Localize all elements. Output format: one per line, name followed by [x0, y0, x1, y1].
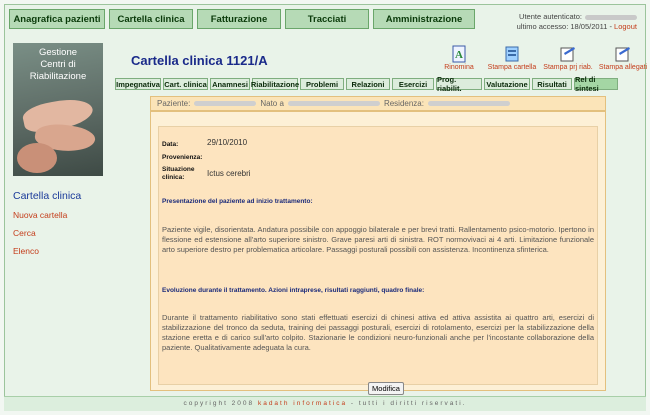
- nav-fatturazione[interactable]: Fatturazione: [197, 9, 281, 29]
- rename-tool[interactable]: A Rinomina: [441, 45, 477, 71]
- last-access: ultimo accesso: 18/05/2011 -: [516, 22, 612, 31]
- provenance-label: Provenienza:: [162, 154, 203, 161]
- print-attachments-icon: [615, 47, 630, 62]
- tool-icons: A Rinomina Stampa cartella Stampa prj ri…: [441, 45, 649, 79]
- nav-tracciati[interactable]: Tracciati: [285, 9, 369, 29]
- tab-risultati[interactable]: Risultati: [532, 78, 572, 90]
- sidebar-item-nuova-cartella[interactable]: Nuova cartella: [13, 210, 106, 220]
- nav-amministrazione[interactable]: Amministrazione: [373, 9, 475, 29]
- print-project-tool[interactable]: Stampa prj riab.: [541, 45, 595, 71]
- tab-rel-di-sintesi[interactable]: Rel di sintesi: [574, 75, 618, 93]
- born-label: Nato a: [260, 99, 284, 108]
- logout-link[interactable]: Logout: [614, 22, 637, 31]
- hands-image-part: [17, 143, 57, 173]
- tab-valutazione[interactable]: Valutazione: [484, 78, 530, 90]
- print-folder-icon: [505, 46, 519, 62]
- situation-value: Ictus cerebri: [207, 169, 251, 178]
- auth-label: Utente autenticato:: [519, 12, 582, 21]
- footer-brand[interactable]: kadath informatica: [258, 400, 347, 407]
- redacted-patient-name: [194, 101, 257, 106]
- redacted-residence: [427, 101, 510, 106]
- tab-riabilitazione[interactable]: Riabilitazione: [251, 78, 299, 90]
- tab-relazioni[interactable]: Relazioni: [346, 78, 390, 90]
- tab-prog-riabilit[interactable]: Prog. riabilit.: [436, 75, 482, 93]
- print-attachments-label: Stampa allegati: [598, 64, 648, 71]
- situation-label-line2: clinica:: [162, 174, 185, 181]
- date-label: Data:: [162, 141, 179, 148]
- rename-icon: A: [452, 45, 466, 63]
- footer-suffix: - tutti i diritti riservati.: [350, 400, 467, 407]
- tab-impegnativa[interactable]: Impegnativa: [115, 78, 161, 90]
- brand-line-2: Centri di: [40, 59, 76, 70]
- tab-esercizi[interactable]: Esercizi: [392, 78, 434, 90]
- situation-label-line1: Situazione: [162, 166, 195, 173]
- app-window: Anagrafica pazienti Cartella clinica Fat…: [4, 4, 649, 411]
- sidebar-item-elenco[interactable]: Elenco: [13, 246, 106, 256]
- brand-line-1: Gestione: [38, 47, 78, 58]
- sidebar: Gestione Centri di Riabilitazione Cartel…: [13, 43, 106, 400]
- print-attachments-tool[interactable]: Stampa allegati: [597, 45, 649, 71]
- print-folder-label: Stampa cartella: [487, 64, 537, 71]
- brand-line-3: Riabilitazione: [29, 71, 87, 82]
- print-folder-tool[interactable]: Stampa cartella: [485, 45, 539, 71]
- tab-problemi[interactable]: Problemi: [300, 78, 344, 90]
- footer-prefix: copyright 2008: [183, 400, 255, 407]
- redacted-username: [585, 14, 637, 20]
- residence-label: Residenza:: [383, 99, 424, 108]
- date-value: 29/10/2010: [207, 138, 248, 147]
- section2-title: Evoluzione durante il trattamento. Azion…: [162, 287, 425, 294]
- user-info: Utente autenticato: ultimo accesso: 18/0…: [517, 12, 637, 32]
- svg-text:A: A: [455, 49, 463, 61]
- tab-bar: Impegnativa Cart. clinica Anamnesi Riabi…: [115, 75, 618, 93]
- report-content: Data: 29/10/2010 Provenienza: Situazione…: [158, 126, 598, 395]
- print-project-label: Stampa prj riab.: [543, 64, 593, 71]
- rename-label: Rinomina: [444, 64, 474, 71]
- top-navigation: Anagrafica pazienti Cartella clinica Fat…: [9, 9, 475, 33]
- section1-text: Paziente vigile, disorientata. Andatura …: [162, 225, 594, 254]
- print-project-icon: [560, 47, 575, 62]
- modify-button[interactable]: Modifica: [368, 382, 404, 395]
- redacted-birth-info: [287, 101, 380, 106]
- situation-label: Situazione clinica:: [162, 166, 195, 182]
- nav-anagrafica-pazienti[interactable]: Anagrafica pazienti: [9, 9, 105, 29]
- tab-anamnesi[interactable]: Anamnesi: [210, 78, 250, 90]
- nav-cartella-clinica[interactable]: Cartella clinica: [109, 9, 193, 29]
- patient-label: Paziente:: [157, 99, 191, 108]
- report-card: Data: 29/10/2010 Provenienza: Situazione…: [150, 111, 606, 395]
- page-title: Cartella clinica 1121/A: [131, 53, 268, 68]
- sidebar-item-cerca[interactable]: Cerca: [13, 228, 106, 238]
- brand-logo: Gestione Centri di Riabilitazione: [13, 43, 103, 176]
- tab-cart-clinica[interactable]: Cart. clinica: [163, 78, 208, 90]
- section2-text: Durante il trattamento riabilitativo son…: [162, 313, 594, 352]
- footer: copyright 2008 kadath informatica - tutt…: [4, 396, 646, 411]
- sidebar-section-title[interactable]: Cartella clinica: [13, 190, 106, 202]
- section1-title: Presentazione del paziente ad inizio tra…: [162, 198, 313, 205]
- patient-bar: Paziente: Nato a Residenza:: [150, 96, 606, 111]
